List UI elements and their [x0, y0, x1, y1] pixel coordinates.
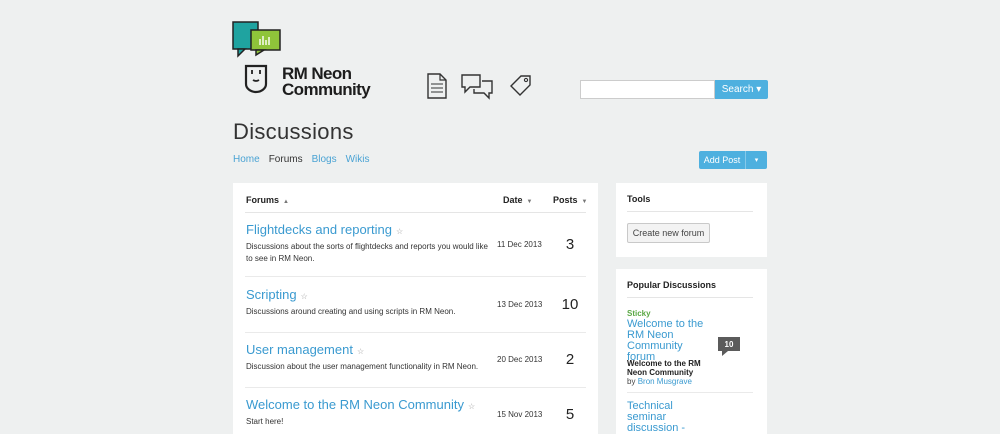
star-icon[interactable]: ☆	[468, 402, 475, 411]
forum-description: Discussions about the sorts of flightdec…	[246, 242, 488, 263]
posts-column-header[interactable]: Posts ▼	[553, 195, 587, 205]
tab-home[interactable]: Home	[233, 154, 260, 165]
create-forum-button[interactable]: Create new forum	[627, 223, 710, 243]
popular-discussion-author: by Bron Musgrave	[627, 377, 692, 386]
forum-title-text[interactable]: Welcome to the RM Neon Community	[246, 397, 464, 412]
forum-date: 15 Nov 2013	[497, 410, 543, 419]
tools-title: Tools	[627, 194, 651, 204]
forum-title-link[interactable]: User management ☆	[246, 342, 364, 357]
star-icon[interactable]: ☆	[357, 347, 364, 356]
popular-discussions-panel: Popular Discussions Sticky Welcome to th…	[616, 269, 767, 434]
header-divider	[245, 212, 586, 213]
forum-post-count: 10	[561, 296, 579, 313]
forums-column-header[interactable]: Forums ▲	[246, 195, 289, 205]
forums-panel: Forums ▲ Date ▼ Posts ▼ Flightdecks and rep…	[233, 183, 598, 434]
search-button[interactable]: Search ▾	[715, 80, 768, 99]
brand-line-2: Community	[282, 80, 371, 99]
forums-header-label[interactable]: Forums	[246, 195, 279, 205]
tab-forums[interactable]: Forums	[269, 154, 303, 165]
search-input[interactable]	[580, 80, 715, 99]
add-post-button[interactable]: Add Post ▾	[699, 151, 767, 169]
forum-date: 11 Dec 2013	[497, 240, 542, 249]
forum-description: Discussion about the user management fun…	[246, 362, 479, 371]
add-post-label[interactable]: Add Post	[699, 151, 746, 169]
forum-title-text[interactable]: User management	[246, 342, 353, 357]
row-divider	[245, 332, 586, 333]
page-title: Discussions	[233, 119, 354, 144]
star-icon[interactable]: ☆	[301, 292, 308, 301]
tools-panel: Tools Create new forum	[616, 183, 767, 257]
sort-down-icon[interactable]: ▼	[527, 199, 533, 205]
by-label: by	[627, 377, 636, 386]
brand-name: RM Neon Community	[282, 65, 371, 99]
forum-post-count: 2	[565, 351, 575, 368]
forum-description: Discussions around creating and using sc…	[246, 307, 456, 316]
star-icon[interactable]: ☆	[396, 227, 403, 236]
date-header-label[interactable]: Date	[503, 195, 523, 205]
document-icon[interactable]	[426, 72, 460, 102]
forum-title-link[interactable]: Scripting ☆	[246, 287, 308, 302]
sort-down-icon[interactable]: ▼	[582, 199, 588, 205]
row-divider	[245, 276, 586, 277]
popular-divider	[627, 297, 753, 298]
popular-title: Popular Discussions	[627, 280, 717, 290]
add-post-dropdown-icon[interactable]: ▾	[746, 156, 767, 164]
tag-icon[interactable]	[508, 72, 542, 102]
posts-header-label[interactable]: Posts	[553, 195, 578, 205]
author-link[interactable]: Bron Musgrave	[638, 377, 692, 386]
popular-item-divider	[627, 392, 753, 393]
tab-wikis[interactable]: Wikis	[346, 154, 370, 165]
forum-date: 20 Dec 2013	[497, 355, 543, 364]
popular-discussion-excerpt: Welcome to the RM Neon Community	[627, 359, 701, 377]
forum-post-count: 3	[565, 236, 575, 253]
sort-up-icon[interactable]: ▲	[283, 199, 289, 205]
tools-divider	[627, 211, 753, 212]
tab-blogs[interactable]: Blogs	[312, 154, 337, 165]
forum-title-text[interactable]: Scripting	[246, 287, 297, 302]
forum-title-link[interactable]: Flightdecks and reporting ☆	[246, 222, 403, 237]
reply-count-badge: 10	[718, 337, 740, 356]
forum-post-count: 5	[565, 406, 575, 423]
popular-discussion-link[interactable]: Welcome to the RM Neon Community forum	[627, 319, 707, 363]
forum-date: 13 Dec 2013	[497, 300, 543, 309]
section-tabs: Home Forums Blogs Wikis	[233, 154, 370, 165]
row-divider	[245, 387, 586, 388]
date-column-header[interactable]: Date ▼	[503, 195, 532, 205]
sticky-badge: Sticky	[627, 309, 651, 318]
forum-title-text[interactable]: Flightdecks and reporting	[246, 222, 392, 237]
forum-description: Start here!	[246, 417, 284, 426]
chat-bubbles-icon[interactable]	[460, 72, 494, 102]
popular-discussion-link[interactable]: Technical seminar discussion - what flig…	[627, 401, 707, 434]
forum-title-link[interactable]: Welcome to the RM Neon Community ☆	[246, 397, 475, 412]
